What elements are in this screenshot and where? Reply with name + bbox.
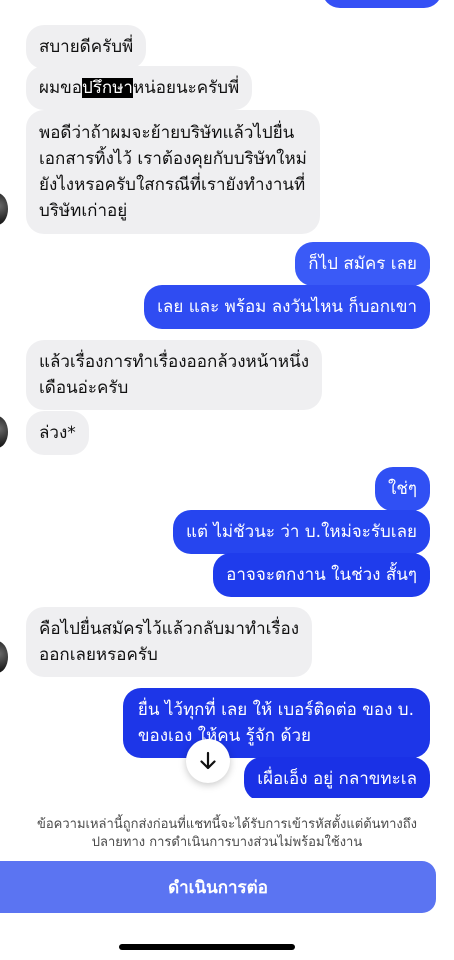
message-bubble-incoming[interactable]: พอดีว่าถ้าผมจะย้ายบริษัทแล้วไปยื่น เอกสา… [26,110,320,234]
scroll-to-bottom-button[interactable] [186,739,230,783]
highlighted-text: ปรึกษา [82,78,133,98]
message-text-line: ยื่น ไว้ทุกที่ เลย ให้ เบอร์ติดต่อ ของ บ… [137,700,414,720]
notice-line: ปลายทาง การดำเนินการบางส่วนไม่พร้อมใช้งา… [91,835,363,850]
message-bubble-incoming[interactable]: ผมขอปรึกษาหน่อยนะครับพี่ [26,66,253,110]
message-text: ล่วง* [39,423,76,443]
message-text: ก็ไป สมัคร เลย [308,254,417,274]
message-text-line: แล้วเรื่องการทำเรื่องออกล้วงหน้าหนึ่ง [39,352,310,372]
message-bubble-outgoing[interactable]: เผื่อเอ็ง อยู่ กลาขทะเล [244,757,430,798]
message-bubble-incoming[interactable]: คือไปยื่นสมัครไว้แล้วกลับมาทำเรื่อง ออกเ… [26,607,313,677]
message-text: แต่ ไม่ชัวนะ ว่า บ.ใหม่จะรับเลย [185,522,417,542]
message-text-line: ออกเลยหรอครับ [39,645,158,665]
message-text-line: ยังไงหรอครับใสกรณีที่เรายังทำงานที่ [39,175,306,195]
continue-button[interactable]: ดำเนินการต่อ [0,861,436,913]
message-bubble-outgoing[interactable]: แต่ ไม่ชัวนะ ว่า บ.ใหม่จะรับเลย [172,510,430,554]
message-text-line: พอดีว่าถ้าผมจะย้ายบริษัทแล้วไปยื่น [39,123,295,143]
chat-thread[interactable]: สบายดีครับพี่ ผมขอปรึกษาหน่อยนะครับพี่ พ… [0,0,454,798]
message-bubble-outgoing[interactable]: เลย และ พร้อม ลงวันไหน ก็บอกเขา [144,285,430,329]
message-text: ใช่ๆ [388,479,417,499]
message-text: สบายดีครับพี่ [39,37,134,57]
sender-avatar[interactable] [0,193,8,225]
message-text-line: คือไปยื่นสมัครไว้แล้วกลับมาทำเรื่อง [39,619,300,639]
continue-button-label: ดำเนินการต่อ [168,877,268,898]
message-bubble-outgoing[interactable]: ใช่ๆ [375,467,430,511]
message-text-line: เอกสารทิ้งไว้ เราต้องคุยกับบริษัทใหม่ [39,149,307,169]
message-bubble-incoming[interactable]: ล่วง* [26,411,89,455]
message-text: อาจจะตกงาน ในช่วง สั้นๆ [226,565,417,585]
home-indicator[interactable] [119,944,295,950]
message-text: หน่อยนะครับพี่ [132,78,240,98]
message-bubble-outgoing[interactable] [322,0,442,8]
arrow-down-icon [200,751,216,770]
message-text-line: ของเอง ให้คน รู้จัก ด้วย [137,726,311,746]
message-text: ผมขอ [39,78,82,98]
encryption-notice: ข้อความเหล่านี้ถูกส่งก่อนที่แชทนี้จะได้ร… [0,816,454,852]
message-bubble-outgoing[interactable]: ยื่น ไว้ทุกที่ เลย ให้ เบอร์ติดต่อ ของ บ… [122,688,430,758]
message-bubble-incoming[interactable]: แล้วเรื่องการทำเรื่องออกล้วงหน้าหนึ่ง เด… [26,340,323,410]
message-text: เลย และ พร้อม ลงวันไหน ก็บอกเขา [157,297,417,317]
message-bubble-incoming[interactable]: สบายดีครับพี่ [26,25,147,69]
sender-avatar[interactable] [0,416,8,448]
sender-avatar[interactable] [0,641,8,673]
message-text-line: เดือนอ่ะครับ [39,378,129,398]
message-bubble-outgoing[interactable]: อาจจะตกงาน ในช่วง สั้นๆ [213,553,430,597]
message-bubble-outgoing[interactable]: ก็ไป สมัคร เลย [295,242,430,286]
message-text-line: บริษัทเก่าอยู่ [39,201,128,221]
notice-line: ข้อความเหล่านี้ถูกส่งก่อนที่แชทนี้จะได้ร… [36,817,417,832]
message-text: เผื่อเอ็ง อยู่ กลาขทะเล [257,769,417,789]
